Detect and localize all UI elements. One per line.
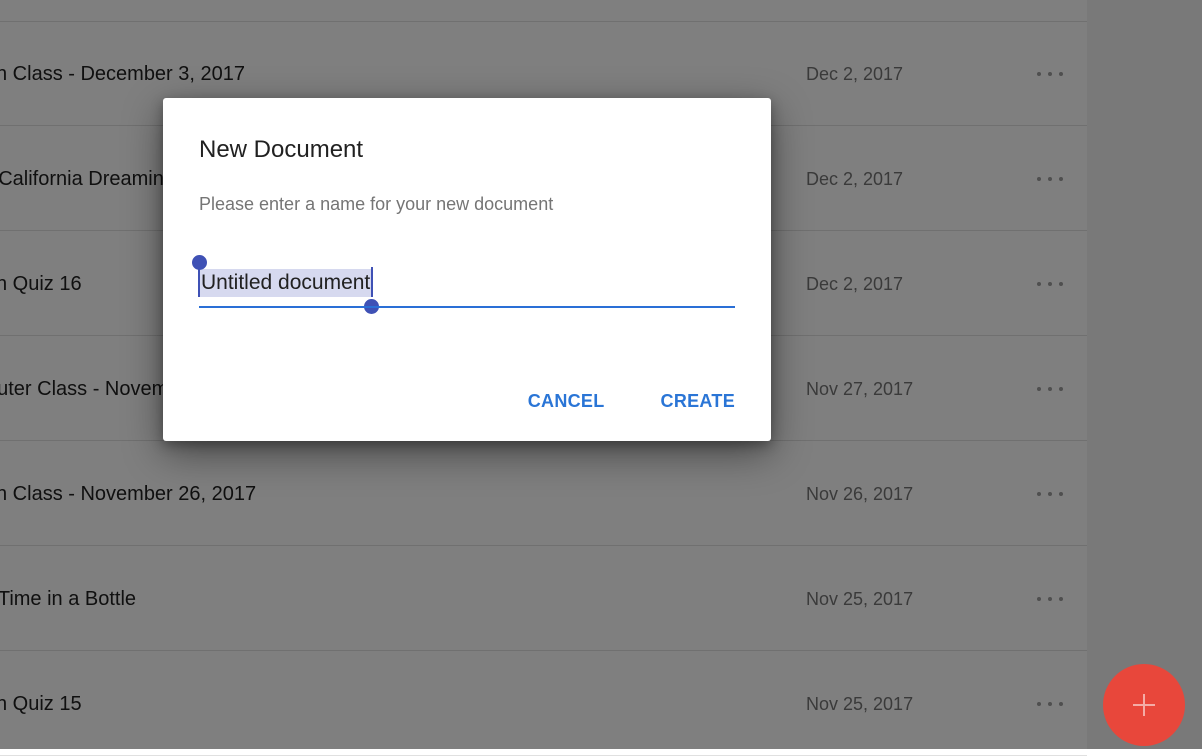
cancel-button[interactable]: CANCEL (520, 387, 613, 416)
dialog-subtitle: Please enter a name for your new documen… (199, 194, 554, 214)
dialog-title: New Document (199, 136, 364, 163)
plus-icon (1133, 694, 1155, 716)
selection-caret-start (198, 267, 200, 297)
selection-caret-end (371, 267, 373, 297)
new-document-fab[interactable] (1103, 664, 1185, 746)
create-button[interactable]: CREATE (653, 387, 743, 416)
input-underline (199, 306, 735, 308)
dialog-actions: CANCEL CREATE (520, 387, 743, 416)
document-name-input[interactable]: Untitled document (192, 255, 735, 314)
new-document-dialog: New Document Please enter a name for you… (163, 98, 771, 441)
document-name-value: Untitled document (199, 269, 373, 297)
selection-start-handle[interactable] (192, 255, 207, 270)
